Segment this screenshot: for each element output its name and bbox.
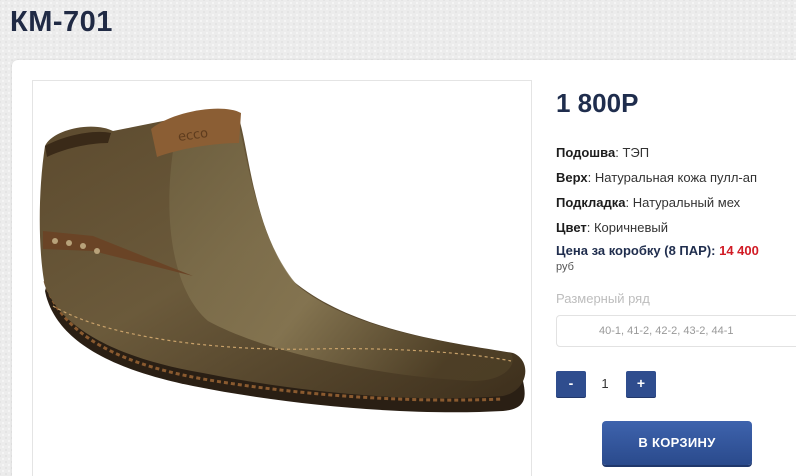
- size-range-label: Размерный ряд: [556, 291, 650, 306]
- product-price: 1 800Р: [556, 88, 639, 118]
- quantity-decrease-button[interactable]: -: [556, 371, 586, 397]
- spec-value: Натуральный мех: [632, 195, 741, 210]
- size-range-select[interactable]: 40-1, 41-2, 42-2, 43-2, 44-1: [556, 315, 796, 347]
- spec-row-sole: Подошва: ТЭП: [556, 145, 650, 160]
- box-price-value: 14 400: [719, 243, 759, 258]
- box-price-unit: руб: [556, 261, 574, 273]
- page-title: КМ-701: [10, 6, 113, 38]
- spec-value: Коричневый: [593, 220, 668, 235]
- spec-row-upper: Верх: Натуральная кожа пулл-ап: [556, 170, 758, 185]
- product-photo[interactable]: ecco: [32, 80, 532, 476]
- spec-row-lining: Подкладка: Натуральный мех: [556, 195, 741, 210]
- spec-value: ТЭП: [622, 145, 650, 160]
- spec-label: Верх: [556, 170, 588, 185]
- quantity-increase-button[interactable]: +: [626, 371, 656, 397]
- spec-label: Подошва: [556, 145, 616, 160]
- boot-image: ecco: [39, 108, 526, 413]
- spec-label: Цвет: [556, 220, 587, 235]
- spec-value: Натуральная кожа пулл-ап: [594, 170, 758, 185]
- quantity-value[interactable]: 1: [590, 376, 620, 391]
- spec-label: Подкладка: [556, 195, 626, 210]
- box-price-label: Цена за коробку (8 ПАР):: [556, 243, 716, 258]
- product-specs: Подошва: ТЭП Верх: Натуральная кожа пулл…: [556, 140, 796, 240]
- box-price: Цена за коробку (8 ПАР): 14 400: [556, 243, 759, 258]
- spec-row-color: Цвет: Коричневый: [556, 220, 668, 235]
- add-to-cart-button[interactable]: В КОРЗИНУ: [602, 421, 752, 465]
